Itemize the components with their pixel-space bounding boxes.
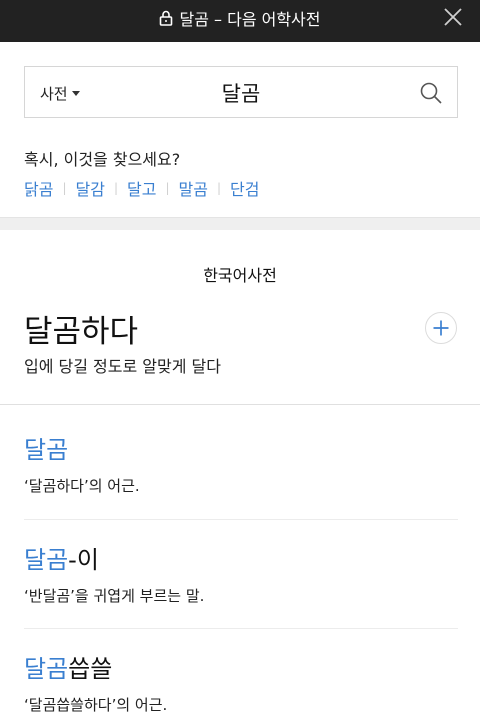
entry-description: ‘달곰하다’의 어근. bbox=[24, 477, 140, 495]
browser-title: 달곰 – 다음 어학사전 bbox=[179, 10, 321, 29]
lock-icon bbox=[160, 10, 173, 26]
suggestion-link[interactable]: 달감 bbox=[76, 176, 105, 200]
list-item[interactable]: 달곰씁쓸 ‘달곰씁쓸하다’의 어근. bbox=[24, 649, 458, 715]
list-item[interactable]: 달곰-이 ‘반달곰’을 귀엽게 부르는 말. bbox=[24, 540, 458, 606]
entry-word-highlight: 달곰 bbox=[24, 655, 69, 683]
plus-icon[interactable] bbox=[425, 312, 457, 344]
search-input[interactable]: 달곰 bbox=[145, 67, 337, 119]
close-icon[interactable] bbox=[442, 6, 464, 28]
suggestion-list: 닭곰 | 달감 | 달고 | 말곰 | 단검 bbox=[24, 176, 259, 200]
suggestion-link[interactable]: 단검 bbox=[230, 176, 259, 200]
section-label: 한국어사전 bbox=[0, 262, 480, 289]
entry-word-highlight: 달곰 bbox=[24, 546, 69, 574]
browser-title-bar: 달곰 – 다음 어학사전 bbox=[0, 0, 480, 36]
separator: | bbox=[62, 181, 67, 195]
search-icon[interactable] bbox=[419, 81, 443, 105]
dictionary-selector-label: 사전 bbox=[40, 84, 68, 103]
separator: | bbox=[216, 181, 221, 195]
entry-word[interactable]: 달곰 bbox=[24, 430, 458, 465]
divider bbox=[0, 404, 480, 405]
entry-word-rest: 씁쓸 bbox=[68, 655, 113, 683]
list-item[interactable]: 달곰 ‘달곰하다’의 어근. bbox=[24, 430, 458, 496]
divider bbox=[24, 628, 458, 629]
entry-description: ‘달곰씁쓸하다’의 어근. bbox=[24, 696, 168, 714]
section-label-text: 한국어사전 bbox=[199, 262, 281, 289]
entry-word-rest: -이 bbox=[68, 546, 99, 574]
suggestion-heading: 혹시, 이것을 찾으세요? bbox=[24, 150, 181, 169]
dictionary-selector[interactable]: 사전 bbox=[40, 67, 80, 119]
suggestion-link[interactable]: 달고 bbox=[127, 176, 156, 200]
divider bbox=[24, 519, 458, 520]
suggestion-link[interactable]: 닭곰 bbox=[24, 176, 53, 200]
entry-description: ‘반달곰’을 귀엽게 부르는 말. bbox=[24, 587, 205, 605]
section-gap bbox=[0, 217, 480, 230]
main-headword[interactable]: 달곰하다 bbox=[24, 306, 138, 351]
separator: | bbox=[113, 181, 118, 195]
search-box[interactable]: 사전 달곰 bbox=[24, 66, 458, 118]
caret-down-icon bbox=[71, 90, 80, 96]
main-definition: 입에 당길 정도로 알맞게 달다 bbox=[24, 357, 221, 376]
browser-topbar: 달곰 – 다음 어학사전 bbox=[0, 0, 480, 42]
entry-word-highlight: 달곰 bbox=[24, 436, 69, 464]
entry-word[interactable]: 달곰씁쓸 bbox=[24, 649, 458, 684]
separator: | bbox=[165, 181, 170, 195]
entry-word[interactable]: 달곰-이 bbox=[24, 540, 458, 575]
suggestion-link[interactable]: 말곰 bbox=[179, 176, 208, 200]
